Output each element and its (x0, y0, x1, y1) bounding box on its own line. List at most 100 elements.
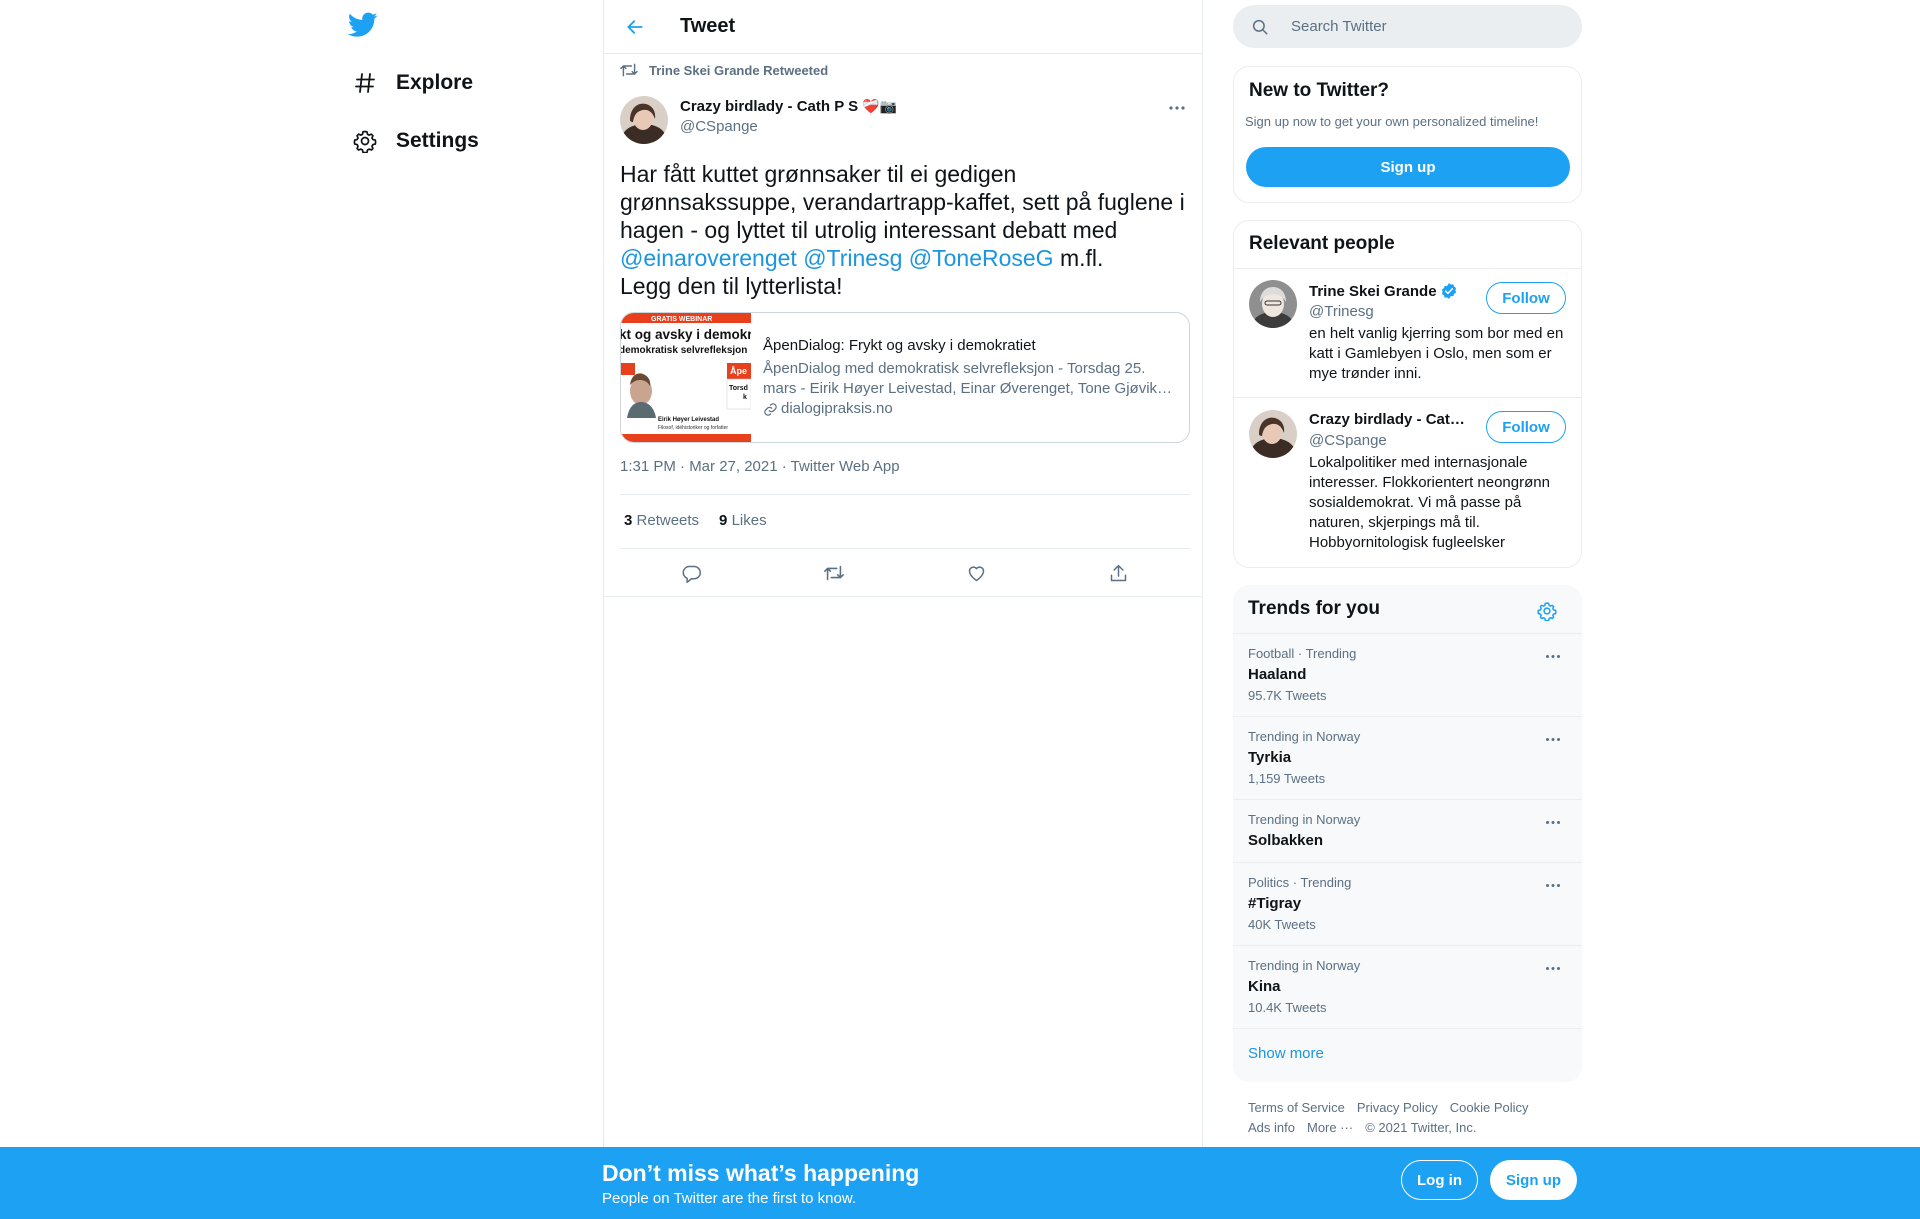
person-avatar[interactable] (1249, 280, 1297, 328)
ads-info-link[interactable]: Ads info (1248, 1118, 1295, 1138)
link-card-title: ÅpenDialog: Frykt og avsky i demokratiet (763, 337, 1036, 354)
card-image-text: demokratisk selvrefleksjon (621, 345, 747, 356)
search-icon (1251, 18, 1269, 36)
banner-sign-up-button[interactable]: Sign up (1490, 1160, 1577, 1200)
trend-item[interactable]: Trending in Norway Kina 10.4K Tweets (1233, 945, 1582, 1028)
card-image-text: k (743, 394, 747, 401)
trend-item[interactable]: Politics · Trending #Tigray 40K Tweets (1233, 862, 1582, 945)
person-name[interactable]: Trine Skei Grande (1309, 282, 1458, 300)
back-button[interactable] (618, 10, 652, 44)
search-box[interactable] (1233, 5, 1582, 48)
trends-panel: Trends for you Football · Trending Haala… (1233, 585, 1582, 1082)
link-card[interactable]: GRATIS WEBINAR kt og avsky i demokr demo… (620, 312, 1190, 443)
more-link[interactable]: More ··· (1307, 1118, 1353, 1138)
like-button[interactable] (959, 556, 993, 590)
trend-more-button[interactable] (1539, 958, 1567, 978)
tweet-actions (620, 556, 1190, 588)
trend-item[interactable]: Trending in Norway Solbakken (1233, 799, 1582, 862)
author-name[interactable]: Crazy birdlady - Cath P S ❤️‍🩹📷 (680, 98, 897, 115)
person-item[interactable]: Crazy birdlady - Cat… @CSpange Lokalpoli… (1234, 398, 1581, 567)
trend-more-button[interactable] (1539, 646, 1567, 666)
link-card-body: ÅpenDialog: Frykt og avsky i demokratiet… (751, 313, 1189, 442)
follow-button[interactable]: Follow (1486, 282, 1566, 314)
more-dots-icon (1545, 820, 1561, 825)
heart-icon (966, 563, 987, 584)
privacy-link[interactable]: Privacy Policy (1357, 1098, 1438, 1118)
banner-title: Don’t miss what’s happening (602, 1160, 920, 1186)
gear-icon (348, 124, 382, 158)
likes-stat[interactable]: 9 Likes (719, 512, 767, 529)
reply-button[interactable] (674, 556, 708, 590)
new-to-twitter-title: New to Twitter? (1249, 80, 1390, 101)
person-handle[interactable]: @CSpange (1309, 432, 1387, 449)
trend-count: 1,159 Tweets (1248, 771, 1326, 786)
twitter-bird-icon[interactable] (348, 12, 382, 42)
trend-item[interactable]: Trending in Norway Tyrkia 1,159 Tweets (1233, 716, 1582, 799)
page-title: Tweet (680, 15, 736, 37)
signup-banner: Don’t miss what’s happening People on Tw… (0, 1147, 1920, 1219)
trend-name: Haaland (1248, 666, 1307, 683)
mention-link[interactable]: @ToneRoseG (909, 245, 1054, 271)
retweet-icon (619, 62, 639, 78)
hashtag-icon (348, 66, 382, 100)
search-input[interactable] (1291, 18, 1551, 35)
nav-explore[interactable]: Explore (348, 55, 473, 111)
link-card-domain: dialogipraksis.no (763, 399, 1177, 419)
divider (604, 596, 1203, 597)
new-to-twitter-panel: New to Twitter? Sign up now to get your … (1233, 66, 1582, 203)
log-in-button[interactable]: Log in (1401, 1160, 1478, 1200)
author-avatar[interactable] (620, 96, 668, 144)
terms-link[interactable]: Terms of Service (1248, 1098, 1345, 1118)
person-name-text: Trine Skei Grande (1309, 282, 1437, 300)
show-more-link[interactable]: Show more (1248, 1045, 1324, 1062)
trend-name: Kina (1248, 978, 1281, 995)
card-image-text: Filosof, idéhistoriker og forfatter (658, 425, 728, 431)
card-image-text: Torsd (729, 385, 748, 392)
person-handle[interactable]: @Trinesg (1309, 303, 1374, 320)
share-button[interactable] (1102, 556, 1136, 590)
retweet-button[interactable] (817, 556, 851, 590)
trend-more-button[interactable] (1539, 729, 1567, 749)
tweet-more-button[interactable] (1160, 96, 1194, 120)
follow-button[interactable]: Follow (1486, 411, 1566, 443)
tweet-column: Tweet Trine Skei Grande Retweeted Crazy … (603, 0, 1203, 1219)
retweet-icon (823, 563, 845, 583)
card-image-text: Eirik Høyer Leivestad (658, 417, 719, 423)
link-icon (763, 402, 778, 417)
copyright: © 2021 Twitter, Inc. (1365, 1120, 1477, 1135)
retweet-context[interactable]: Trine Skei Grande Retweeted (619, 62, 828, 78)
divider (620, 494, 1190, 495)
nav-settings[interactable]: Settings (348, 113, 479, 169)
sign-up-button[interactable]: Sign up (1246, 147, 1570, 187)
person-item[interactable]: Trine Skei Grande @Trinesg en helt vanli… (1234, 268, 1581, 397)
more-dots-icon (1545, 883, 1561, 888)
author-handle[interactable]: @CSpange (680, 118, 758, 135)
card-image-text: Åpe (730, 366, 747, 376)
trend-more-button[interactable] (1539, 812, 1567, 832)
more-dots-icon (1545, 737, 1561, 742)
footer-links: Terms of Service Privacy Policy Cookie Pol… (1248, 1098, 1578, 1138)
trend-more-button[interactable] (1539, 875, 1567, 895)
trend-item[interactable]: Football · Trending Haaland 95.7K Tweets (1233, 633, 1582, 716)
likes-count: 9 (719, 512, 728, 529)
tweet-text-line2: Legg den til lytterlista! (620, 273, 843, 299)
tweet-stats: 3 Retweets 9 Likes (624, 512, 767, 529)
reply-icon (681, 563, 702, 584)
mention-link[interactable]: @Trinesg (803, 245, 902, 271)
author-name-text: Crazy birdlady - Cath P S (680, 98, 859, 115)
trends-settings-button[interactable] (1533, 597, 1561, 625)
person-avatar[interactable] (1249, 410, 1297, 458)
divider (620, 548, 1190, 549)
person-bio: Lokalpolitiker med internasjonale intere… (1309, 454, 1550, 551)
person-name[interactable]: Crazy birdlady - Cat… (1309, 411, 1465, 428)
verified-badge-icon (1440, 282, 1458, 300)
retweets-stat[interactable]: 3 Retweets (624, 512, 699, 529)
banner-subtitle: People on Twitter are the first to know. (602, 1190, 857, 1207)
tweet-timestamp[interactable]: 1:31 PM · Mar 27, 2021 · Twitter Web App (620, 458, 900, 475)
cookie-link[interactable]: Cookie Policy (1450, 1098, 1529, 1118)
tweet-text-body: Har fått kuttet grønnsaker til ei gedige… (620, 161, 1185, 243)
link-card-description: ÅpenDialog med demokratisk selvrefleksjo… (763, 360, 1158, 397)
trend-count: 95.7K Tweets (1248, 688, 1327, 703)
mention-link[interactable]: @einaroverenget (620, 245, 797, 271)
trend-context: Trending in Norway (1248, 729, 1361, 744)
